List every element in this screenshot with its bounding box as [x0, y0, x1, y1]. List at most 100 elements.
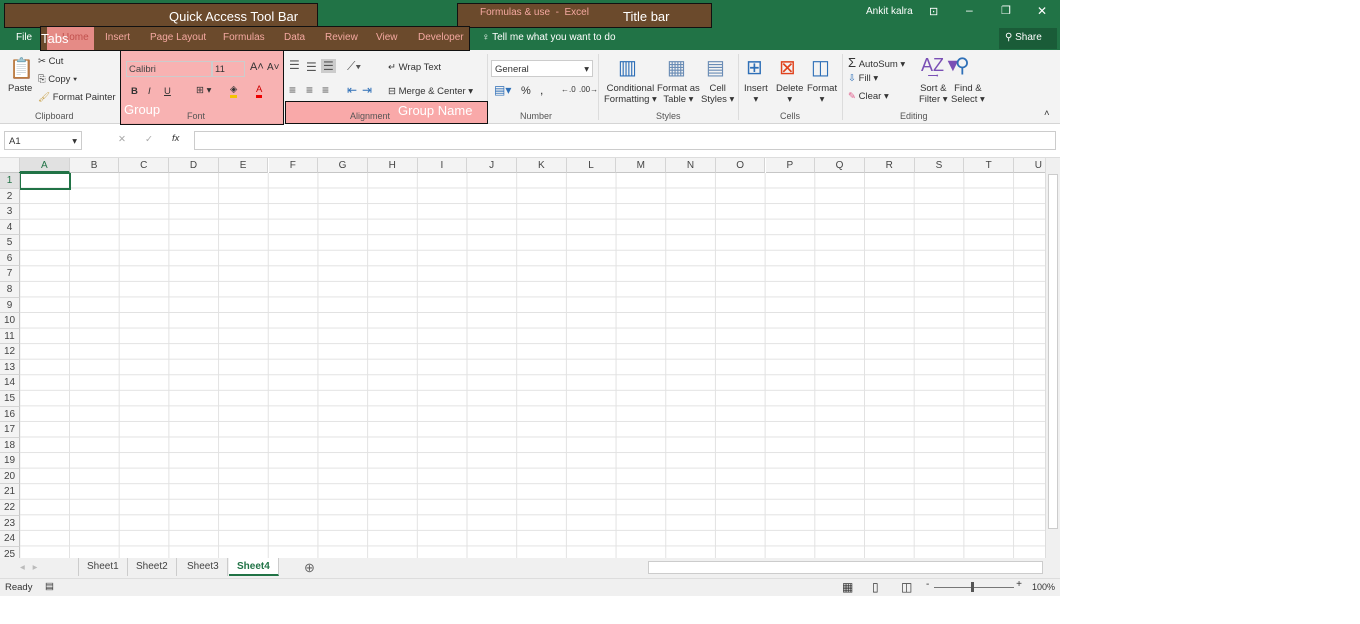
column-header[interactable]: M: [616, 158, 667, 173]
sheet-tab-4[interactable]: Sheet4: [229, 558, 279, 576]
row-header[interactable]: 3: [0, 204, 20, 220]
align-top-icon[interactable]: ☰: [289, 58, 300, 72]
column-header[interactable]: H: [367, 158, 418, 173]
row-header[interactable]: 8: [0, 281, 20, 298]
insert-cells-button[interactable]: Insert ▾: [744, 83, 768, 105]
column-header[interactable]: E: [218, 158, 269, 173]
column-header[interactable]: N: [666, 158, 716, 173]
row-header[interactable]: 12: [0, 344, 20, 360]
cells[interactable]: [20, 173, 1045, 558]
row-header[interactable]: 4: [0, 219, 20, 236]
decrease-indent-icon[interactable]: ⇤: [347, 83, 357, 97]
selected-cell[interactable]: [19, 172, 71, 190]
borders-icon[interactable]: ⊞ ▾: [196, 85, 211, 96]
paste-icon[interactable]: 📋: [9, 56, 34, 81]
page-break-view-icon[interactable]: ◫: [901, 580, 912, 594]
delete-cells-button[interactable]: Delete ▾: [776, 83, 803, 105]
user-name[interactable]: Ankit kalra: [866, 6, 913, 17]
row-header[interactable]: 18: [0, 437, 20, 454]
sheet-tab-2[interactable]: Sheet2: [128, 558, 177, 576]
insert-cells-icon[interactable]: ⊞: [746, 55, 763, 80]
minimize-icon[interactable]: –: [966, 3, 973, 17]
format-cells-button[interactable]: Format ▾: [807, 83, 837, 105]
sheet-tab-1[interactable]: Sheet1: [78, 558, 128, 576]
enter-icon[interactable]: ✓: [145, 134, 153, 145]
name-box[interactable]: A1 ▾: [4, 131, 82, 150]
tell-me-search[interactable]: ♀ Tell me what you want to do: [482, 32, 616, 43]
delete-cells-icon[interactable]: ⊠: [779, 55, 796, 80]
comma-button[interactable]: ,: [540, 83, 543, 97]
cut-button[interactable]: ✂ Cut: [38, 56, 63, 67]
format-as-table-icon[interactable]: ▦: [667, 55, 686, 80]
decrease-decimal-icon[interactable]: .00→: [579, 85, 598, 94]
column-header[interactable]: C: [119, 158, 170, 173]
column-header[interactable]: R: [864, 158, 915, 173]
insert-function-button[interactable]: fx: [172, 133, 179, 144]
row-header[interactable]: 10: [0, 313, 20, 329]
row-header[interactable]: 6: [0, 250, 20, 267]
cell-styles-button[interactable]: Cell Styles ▾: [701, 83, 734, 105]
row-header[interactable]: 21: [0, 484, 20, 500]
formula-input[interactable]: [194, 131, 1056, 150]
row-header[interactable]: 7: [0, 266, 20, 282]
align-right-icon[interactable]: ≡: [322, 83, 329, 97]
font-color-button[interactable]: A: [256, 84, 263, 98]
underline-button[interactable]: U: [164, 86, 171, 97]
normal-view-icon[interactable]: ▦: [842, 580, 853, 594]
cell-styles-icon[interactable]: ▤: [706, 55, 725, 80]
clear-button[interactable]: ✎ Clear ▾: [848, 91, 889, 102]
zoom-level[interactable]: 100%: [1032, 582, 1055, 592]
cancel-icon[interactable]: ✕: [118, 134, 126, 145]
sort-filter-button[interactable]: Sort & Filter ▾: [919, 83, 948, 105]
vertical-scrollbar[interactable]: [1045, 158, 1060, 558]
column-header[interactable]: B: [69, 158, 120, 173]
column-header[interactable]: K: [517, 158, 567, 173]
format-painter-button[interactable]: 🖌 Format Painter: [38, 92, 116, 103]
close-icon[interactable]: ✕: [1037, 4, 1047, 18]
page-layout-view-icon[interactable]: ▯: [872, 580, 879, 594]
sheet-tab-3[interactable]: Sheet3: [179, 558, 228, 576]
row-header[interactable]: 16: [0, 406, 20, 423]
conditional-formatting-icon[interactable]: ▥: [618, 55, 637, 80]
row-header[interactable]: 13: [0, 359, 20, 376]
column-header[interactable]: F: [268, 158, 319, 173]
column-header[interactable]: I: [417, 158, 468, 173]
orientation-icon[interactable]: ⟋▾: [347, 59, 361, 74]
bold-button[interactable]: B: [131, 86, 138, 97]
fill-button[interactable]: ⇩ Fill ▾: [848, 73, 878, 84]
row-header[interactable]: 23: [0, 515, 20, 532]
autosum-button[interactable]: Σ AutoSum ▾: [848, 55, 905, 70]
row-header[interactable]: 5: [0, 235, 20, 251]
row-header[interactable]: 15: [0, 390, 20, 407]
column-header[interactable]: S: [914, 158, 965, 173]
add-sheet-icon[interactable]: ⊕: [304, 560, 315, 576]
align-bottom-icon[interactable]: ☰: [321, 59, 336, 73]
column-header[interactable]: G: [318, 158, 368, 173]
prev-sheet-icon[interactable]: ◂ ▸: [20, 562, 37, 573]
row-header[interactable]: 2: [0, 188, 20, 205]
find-select-button[interactable]: Find & Select ▾: [951, 83, 985, 105]
fill-color-icon[interactable]: ◈: [230, 84, 238, 98]
merge-center-button[interactable]: ⊟ Merge & Center ▾: [388, 86, 473, 97]
number-format-select[interactable]: General ▾: [491, 60, 593, 77]
column-header[interactable]: A: [20, 158, 70, 173]
share-button[interactable]: ⚲ Share: [999, 28, 1057, 49]
row-header[interactable]: 11: [0, 328, 20, 345]
zoom-slider[interactable]: - +: [926, 579, 1022, 593]
horizontal-scrollbar[interactable]: [648, 561, 1043, 574]
decrease-font-icon[interactable]: A˅: [267, 62, 280, 73]
row-header[interactable]: 1: [0, 173, 20, 189]
conditional-formatting-button[interactable]: Conditional Formatting ▾: [604, 83, 657, 105]
row-header[interactable]: 25: [0, 546, 20, 558]
column-header[interactable]: J: [467, 158, 517, 173]
italic-button[interactable]: I: [148, 86, 151, 97]
row-header[interactable]: 19: [0, 453, 20, 469]
tab-file[interactable]: File: [16, 32, 32, 43]
percent-button[interactable]: %: [521, 85, 531, 97]
increase-indent-icon[interactable]: ⇥: [362, 83, 372, 97]
currency-icon[interactable]: ▤▾: [494, 83, 511, 97]
align-left-icon[interactable]: ≡: [289, 83, 296, 97]
row-header[interactable]: 14: [0, 375, 20, 391]
collapse-ribbon-icon[interactable]: ˄: [1044, 108, 1050, 119]
row-header[interactable]: 20: [0, 468, 20, 485]
